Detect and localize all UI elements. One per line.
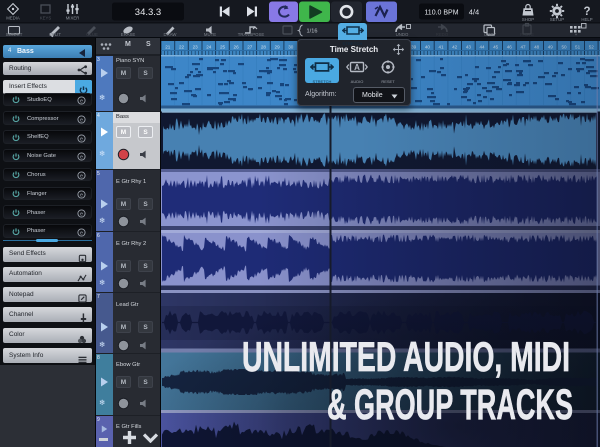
svg-text:MEDIA: MEDIA: [6, 16, 20, 21]
svg-text:SELECT: SELECT: [6, 32, 23, 37]
svg-text:HELP: HELP: [581, 17, 592, 22]
svg-text:e: e: [80, 211, 83, 217]
svg-text:34.3.3: 34.3.3: [135, 7, 161, 18]
svg-text:TRANSPOSE: TRANSPOSE: [238, 32, 265, 37]
svg-text:& GROUP TRACKS: & GROUP TRACKS: [327, 381, 573, 429]
svg-text:e: e: [80, 136, 83, 142]
svg-text:DRAW: DRAW: [164, 32, 178, 37]
svg-text:SHOP: SHOP: [522, 17, 534, 22]
svg-text:UNDO: UNDO: [396, 32, 409, 37]
svg-text:4/4: 4/4: [469, 8, 479, 17]
svg-text:e: e: [80, 117, 83, 123]
svg-text:KEYS: KEYS: [40, 16, 52, 21]
svg-text:110.0 BPM: 110.0 BPM: [424, 10, 458, 17]
svg-text:e: e: [80, 174, 83, 180]
svg-text:e: e: [80, 98, 83, 104]
svg-text:SPLIT: SPLIT: [49, 32, 61, 37]
svg-text:COPY: COPY: [484, 32, 496, 37]
svg-text:ERASE: ERASE: [121, 32, 136, 37]
svg-text:A: A: [354, 63, 360, 72]
svg-text:MUTE: MUTE: [204, 32, 216, 37]
svg-text:PASTE: PASTE: [520, 32, 534, 37]
svg-text:SETUP: SETUP: [550, 17, 564, 22]
svg-text:REDO: REDO: [436, 32, 449, 37]
svg-text:UNLIMITED AUDIO, MIDI: UNLIMITED AUDIO, MIDI: [242, 333, 570, 380]
svg-text:MIXER: MIXER: [66, 16, 80, 21]
svg-text:e: e: [80, 192, 83, 198]
svg-text:e: e: [80, 230, 83, 236]
svg-text:e: e: [80, 155, 83, 161]
svg-text:GLUE: GLUE: [86, 32, 98, 37]
svg-text:1/16: 1/16: [307, 29, 318, 35]
